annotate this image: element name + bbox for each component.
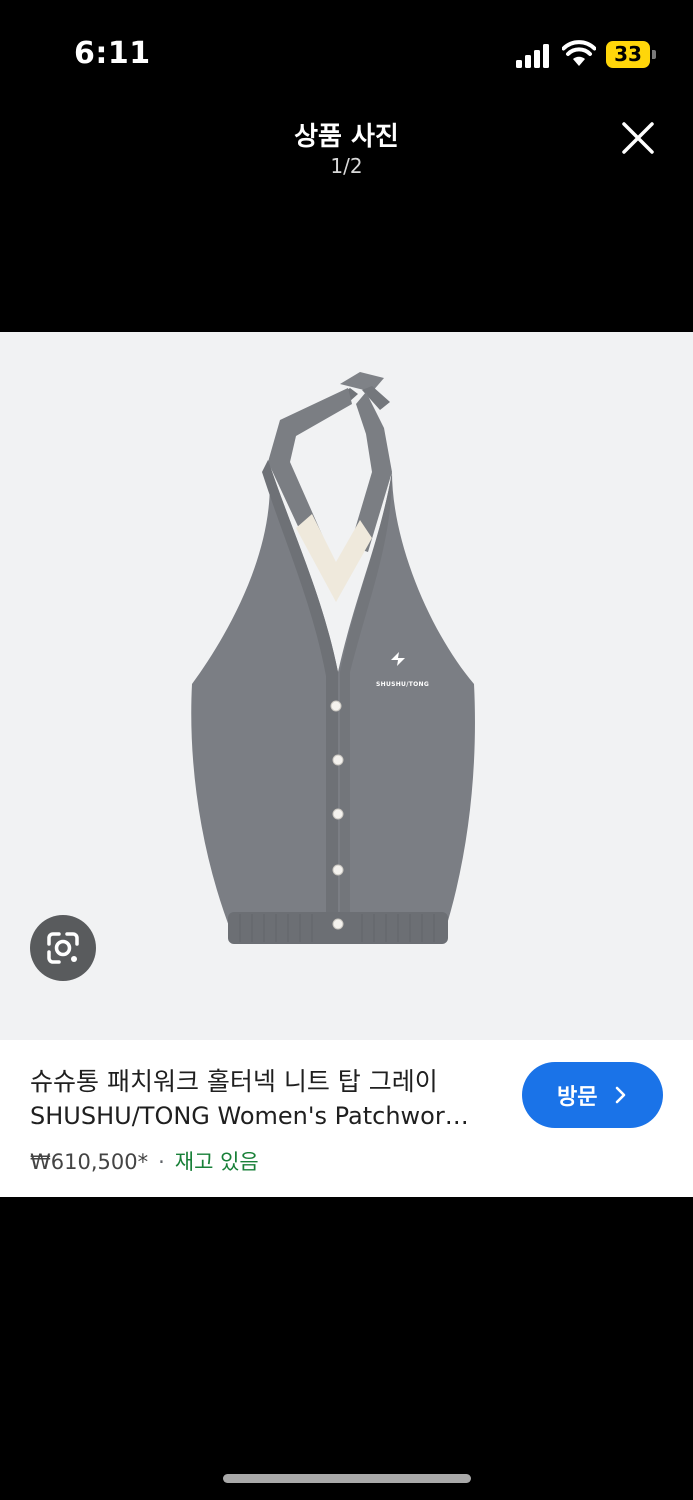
close-icon[interactable] <box>616 116 660 160</box>
product-subtitle[interactable]: SHUSHU/TONG Women's Patchwor… <box>30 1102 496 1130</box>
status-time: 6:11 <box>74 36 151 71</box>
product-image[interactable]: SHUSHU/TONG <box>0 332 693 1040</box>
home-indicator[interactable] <box>223 1474 471 1483</box>
battery-icon: 33 <box>606 41 658 68</box>
product-info-card[interactable]: 슈슈통 패치워크 홀터넥 니트 탑 그레이 SHUSHU/TONG Women'… <box>0 1040 693 1197</box>
google-lens-button[interactable] <box>30 915 96 981</box>
viewer-title: 상품 사진 <box>294 122 399 152</box>
chevron-right-icon <box>615 1086 626 1104</box>
wifi-icon <box>562 40 596 66</box>
google-lens-icon <box>47 932 79 964</box>
meta-separator: · <box>158 1150 165 1174</box>
product-title[interactable]: 슈슈통 패치워크 홀터넥 니트 탑 그레이 <box>30 1062 500 1098</box>
brand-logo-text: SHUSHU/TONG <box>376 681 430 688</box>
status-bar: 6:11 33 <box>0 0 693 100</box>
product-meta: ₩610,500* · 재고 있음 <box>30 1146 259 1176</box>
battery-level: 33 <box>614 42 642 66</box>
cellular-signal-icon <box>516 44 552 68</box>
image-counter: 1/2 <box>330 154 363 178</box>
product-price: ₩610,500* <box>30 1150 149 1174</box>
visit-button-label: 방문 <box>557 1085 598 1110</box>
image-viewer-header: 상품 사진 1/2 <box>0 100 693 190</box>
visit-button[interactable]: 방문 <box>522 1062 663 1128</box>
halter-knit-top-illustration <box>191 372 475 944</box>
stock-status: 재고 있음 <box>174 1150 259 1174</box>
